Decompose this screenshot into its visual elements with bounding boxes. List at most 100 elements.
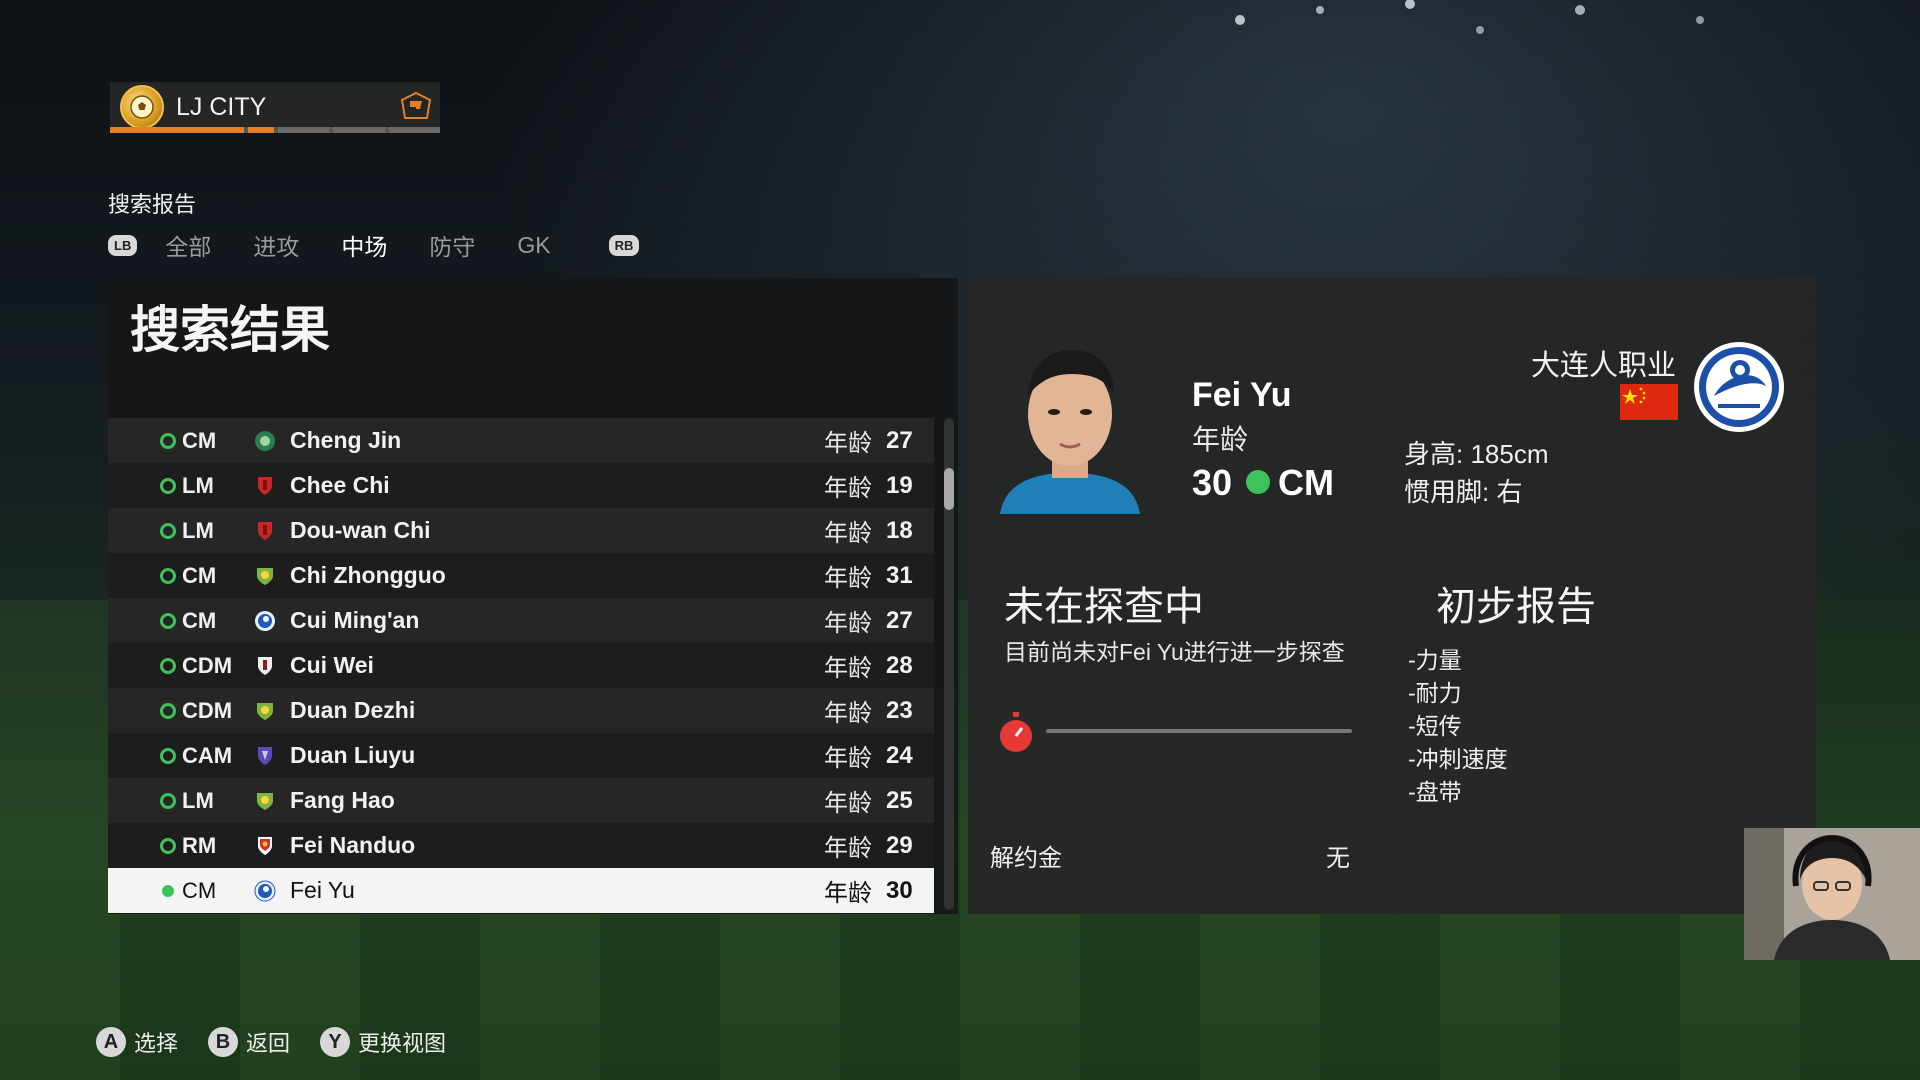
age-label: 年龄 — [824, 745, 872, 772]
status-dot — [160, 522, 176, 539]
lb-bumper-hint[interactable]: LB — [108, 234, 138, 256]
player-name: Cheng Jin — [290, 427, 402, 453]
player-age: 28 — [886, 651, 913, 679]
green-round-crest-icon — [252, 428, 278, 454]
blue-round-crest-icon — [252, 878, 278, 904]
initial-report-list: -力量 -耐力 -短传 -冲刺速度 -盘带 — [1408, 644, 1508, 809]
player-row[interactable]: CM Chi Zhongguo 年龄 31 — [108, 553, 934, 598]
player-row[interactable]: CM Cheng Jin 年龄 27 — [108, 418, 934, 463]
panel-heading: 搜索结果 — [130, 302, 330, 358]
club-progress-bar — [110, 127, 440, 133]
player-row[interactable]: CDM Duan Dezhi 年龄 23 — [108, 688, 934, 733]
player-list: CM Cheng Jin 年龄 27 LM Chee Chi 年龄 19 LM … — [108, 418, 934, 913]
player-row-selected[interactable]: CM Fei Yu 年龄 30 — [108, 868, 934, 913]
streamer-image — [1744, 828, 1920, 960]
player-position: LM — [182, 472, 214, 498]
player-position: CM — [182, 877, 217, 903]
b-button-icon[interactable]: B — [208, 1027, 239, 1057]
player-position: CDM — [182, 697, 233, 723]
age-caption: 年龄 — [1192, 424, 1249, 455]
stopwatch-icon — [1000, 712, 1032, 752]
player-row[interactable]: RM Fei Nanduo 年龄 29 — [108, 823, 934, 868]
status-dot — [160, 657, 176, 674]
report-attribute: -冲刺速度 — [1408, 746, 1508, 772]
scrollbar-thumb[interactable] — [944, 468, 954, 510]
report-attribute: -耐力 — [1408, 680, 1462, 706]
player-name: Dou-wan Chi — [290, 517, 431, 543]
player-height: 身高: 185cm — [1404, 439, 1549, 469]
change-view-hint[interactable]: 更换视图 — [358, 1026, 446, 1058]
select-hint[interactable]: 选择 — [134, 1026, 178, 1058]
player-name: Cui Wei — [290, 652, 374, 678]
tab-all[interactable]: 全部 — [165, 228, 211, 262]
tab-midfield[interactable]: 中场 — [341, 228, 387, 262]
tab-attack[interactable]: 进攻 — [253, 228, 299, 262]
y-button-icon[interactable]: Y — [320, 1027, 351, 1057]
release-clause-value: 无 — [1326, 845, 1350, 872]
status-dot — [162, 884, 174, 897]
player-position: CM — [182, 562, 217, 588]
player-row[interactable]: CM Cui Ming'an 年龄 27 — [108, 598, 934, 643]
age-label: 年龄 — [824, 700, 872, 727]
club-bar[interactable]: LJ CITY — [110, 82, 440, 132]
blue-round-crest-icon — [252, 608, 278, 634]
release-clause-label: 解约金 — [990, 845, 1062, 872]
club-name: LJ CITY — [176, 92, 267, 121]
player-age: 30 — [886, 876, 913, 904]
list-scrollbar[interactable] — [944, 418, 954, 910]
red-shield-crest-icon — [252, 518, 278, 544]
player-position: CAM — [182, 742, 233, 768]
player-detail-panel: Fei Yu 年龄 30 CM 大连人职业 身高: 185cm 惯用脚: 右 未… — [968, 278, 1816, 914]
back-hint[interactable]: 返回 — [246, 1026, 290, 1058]
player-position-large: CM — [1278, 462, 1334, 503]
status-dot — [160, 837, 176, 854]
green-yellow-crest-icon — [252, 788, 278, 814]
age-label: 年龄 — [824, 520, 872, 547]
status-dot — [160, 477, 176, 494]
section-title: 搜索报告 — [108, 192, 197, 217]
player-portrait — [1000, 350, 1140, 514]
green-yellow-crest-icon — [252, 563, 278, 589]
player-name: Chee Chi — [290, 472, 390, 498]
status-dot — [160, 567, 176, 584]
status-dot — [160, 612, 176, 629]
player-row[interactable]: CAM Duan Liuyu 年龄 24 — [108, 733, 934, 778]
player-row[interactable]: LM Chee Chi 年龄 19 — [108, 463, 934, 508]
age-label: 年龄 — [824, 655, 872, 682]
player-name: Duan Dezhi — [290, 697, 416, 723]
player-age: 27 — [886, 426, 913, 454]
player-age: 25 — [886, 786, 913, 814]
rb-bumper-hint[interactable]: RB — [608, 234, 640, 256]
player-name-large: Fei Yu — [1192, 376, 1292, 414]
player-name: Duan Liuyu — [290, 742, 416, 768]
player-name: Chi Zhongguo — [290, 562, 446, 588]
report-attribute: -盘带 — [1408, 779, 1462, 805]
tab-defence[interactable]: 防守 — [429, 228, 475, 262]
player-name: Fang Hao — [290, 787, 395, 813]
initial-report-title: 初步报告 — [1436, 585, 1596, 629]
age-label: 年龄 — [824, 430, 872, 457]
china-flag-icon — [1620, 384, 1678, 420]
age-label: 年龄 — [824, 565, 872, 592]
report-attribute: -短传 — [1408, 713, 1462, 739]
purple-shield-crest-icon — [252, 743, 278, 769]
soccer-ball-icon — [130, 95, 154, 119]
dalian-pro-badge-icon — [1694, 342, 1784, 432]
player-age: 29 — [886, 831, 913, 859]
report-attribute: -力量 — [1408, 647, 1462, 673]
thumbs-down-badge-icon[interactable] — [400, 91, 432, 123]
player-row[interactable]: CDM Cui Wei 年龄 28 — [108, 643, 934, 688]
tab-gk[interactable]: GK — [517, 232, 550, 259]
player-position: CM — [182, 607, 217, 633]
player-row[interactable]: LM Dou-wan Chi 年龄 18 — [108, 508, 934, 553]
player-age: 24 — [886, 741, 913, 769]
age-label: 年龄 — [824, 610, 872, 637]
status-dot — [160, 792, 176, 809]
player-age: 23 — [886, 696, 913, 724]
player-row[interactable]: LM Fang Hao 年龄 25 — [108, 778, 934, 823]
player-age-large: 30 — [1192, 462, 1233, 503]
player-age: 31 — [886, 561, 913, 589]
club-logo — [120, 85, 164, 129]
controller-hints: A 选择 B 返回 Y 更换视图 — [96, 1026, 476, 1058]
a-button-icon[interactable]: A — [96, 1027, 126, 1057]
